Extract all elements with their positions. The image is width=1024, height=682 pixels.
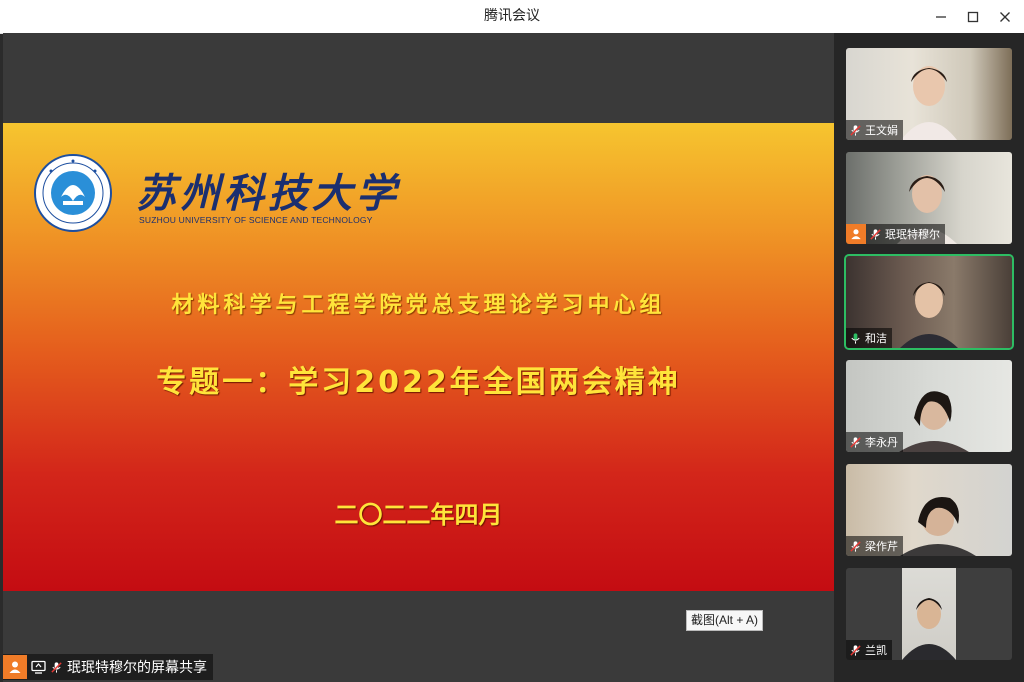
- person-silhouette-icon: [901, 66, 957, 140]
- person-silhouette-icon: [900, 497, 976, 556]
- participant-nametag: 珉珉特穆尔: [846, 224, 945, 244]
- screen-share-label: 珉珉特穆尔的屏幕共享: [67, 660, 207, 676]
- participant-tile-speaking[interactable]: 和洁: [846, 256, 1012, 348]
- presentation-slide: 苏州科技大学 SUZHOU UNIVERSITY OF SCIENCE AND …: [3, 123, 834, 591]
- participant-nametag: 和洁: [846, 328, 892, 348]
- mic-muted-icon: [849, 540, 862, 553]
- participant-list: 王文娟 珉珉特穆尔 和洁 李永丹 梁作芹 兰凯: [834, 33, 1024, 682]
- person-silhouette-icon: [900, 282, 958, 348]
- participant-tile[interactable]: 李永丹: [846, 360, 1012, 452]
- maximize-button[interactable]: [962, 6, 984, 28]
- user-icon: [9, 661, 21, 673]
- window-title: 腾讯会议: [484, 8, 540, 24]
- university-seal-icon: [34, 154, 112, 232]
- mic-muted-icon: [849, 644, 862, 657]
- shared-screen[interactable]: 苏州科技大学 SUZHOU UNIVERSITY OF SCIENCE AND …: [3, 33, 834, 682]
- participant-tile[interactable]: 梁作芹: [846, 464, 1012, 556]
- user-icon: [851, 229, 861, 240]
- participant-tile[interactable]: 兰凯: [846, 568, 1012, 660]
- topic-title: 专题一：学习2022年全国两会精神: [156, 365, 681, 400]
- minimize-icon: [936, 16, 946, 18]
- mic-muted-icon: [50, 661, 63, 674]
- participant-name: 王文娟: [865, 124, 898, 137]
- participant-nametag: 梁作芹: [846, 536, 903, 556]
- participant-name: 李永丹: [865, 436, 898, 449]
- mic-muted-icon: [869, 228, 882, 241]
- screen-share-banner[interactable]: 珉珉特穆尔的屏幕共享: [3, 654, 213, 680]
- presenter-avatar: [3, 655, 27, 679]
- participant-name: 梁作芹: [865, 540, 898, 553]
- participant-nametag: 李永丹: [846, 432, 903, 452]
- maximize-icon: [967, 11, 979, 23]
- screen-share-icon: [31, 660, 46, 674]
- date-title: 二〇二二年四月: [334, 500, 503, 529]
- minimize-button[interactable]: [930, 6, 952, 28]
- host-avatar: [846, 224, 866, 244]
- mic-muted-icon: [849, 436, 862, 449]
- close-icon: [1000, 12, 1010, 22]
- participant-nametag: 兰凯: [846, 640, 892, 660]
- university-name-en: SUZHOU UNIVERSITY OF SCIENCE AND TECHNOL…: [139, 215, 373, 225]
- participant-name: 兰凯: [865, 644, 887, 657]
- participant-nametag: 王文娟: [846, 120, 903, 140]
- participant-name: 和洁: [865, 332, 887, 345]
- title-bar: 腾讯会议: [0, 0, 1024, 34]
- participant-tile[interactable]: 珉珉特穆尔: [846, 152, 1012, 244]
- department-title: 材料科学与工程学院党总支理论学习中心组: [171, 293, 666, 318]
- screenshot-tooltip: 截图(Alt + A): [686, 610, 764, 631]
- person-silhouette-icon: [902, 598, 956, 660]
- participant-tile[interactable]: 王文娟: [846, 48, 1012, 140]
- close-button[interactable]: [994, 6, 1016, 28]
- participant-name: 珉珉特穆尔: [885, 228, 940, 241]
- mic-active-icon: [849, 332, 862, 345]
- university-name-cn: 苏州科技大学: [136, 170, 400, 217]
- mic-muted-icon: [849, 124, 862, 137]
